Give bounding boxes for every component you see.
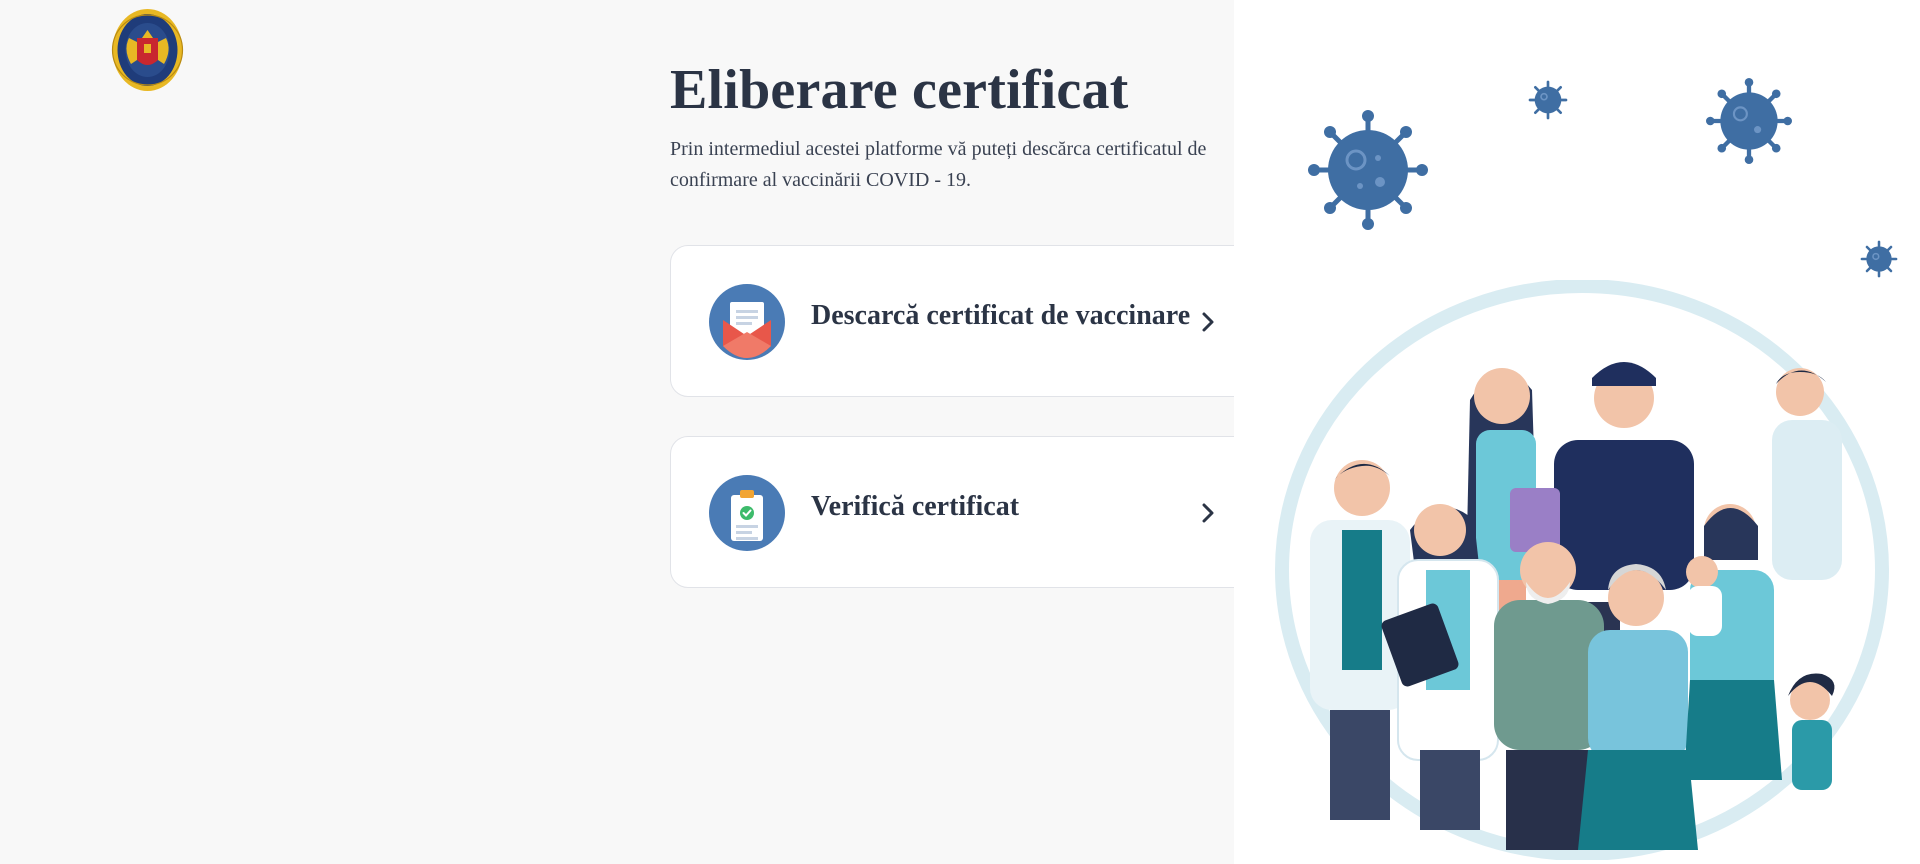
coat-of-arms-logo-icon[interactable] bbox=[111, 8, 184, 92]
download-certificate-button[interactable]: Descarcă certificat de vaccinare bbox=[670, 245, 1270, 397]
page-title: Eliberare certificat bbox=[670, 59, 1129, 121]
coronavirus-icon bbox=[1308, 110, 1428, 230]
coronavirus-icon bbox=[1860, 240, 1898, 278]
download-certificate-label: Descarcă certificat de vaccinare bbox=[811, 300, 1191, 331]
community-people-illustration bbox=[1275, 280, 1889, 860]
envelope-certificate-icon bbox=[709, 284, 785, 360]
coronavirus-icon bbox=[1528, 80, 1568, 120]
coronavirus-icon bbox=[1706, 78, 1792, 164]
verify-certificate-button[interactable]: Verifică certificat bbox=[670, 436, 1270, 588]
chevron-right-icon bbox=[1202, 503, 1214, 523]
content-panel bbox=[0, 0, 1234, 864]
clipboard-check-icon bbox=[709, 475, 785, 551]
chevron-right-icon bbox=[1202, 312, 1214, 332]
page-subtitle: Prin intermediul acestei platforme vă pu… bbox=[670, 138, 1207, 191]
verify-certificate-label: Verifică certificat bbox=[811, 491, 1020, 522]
